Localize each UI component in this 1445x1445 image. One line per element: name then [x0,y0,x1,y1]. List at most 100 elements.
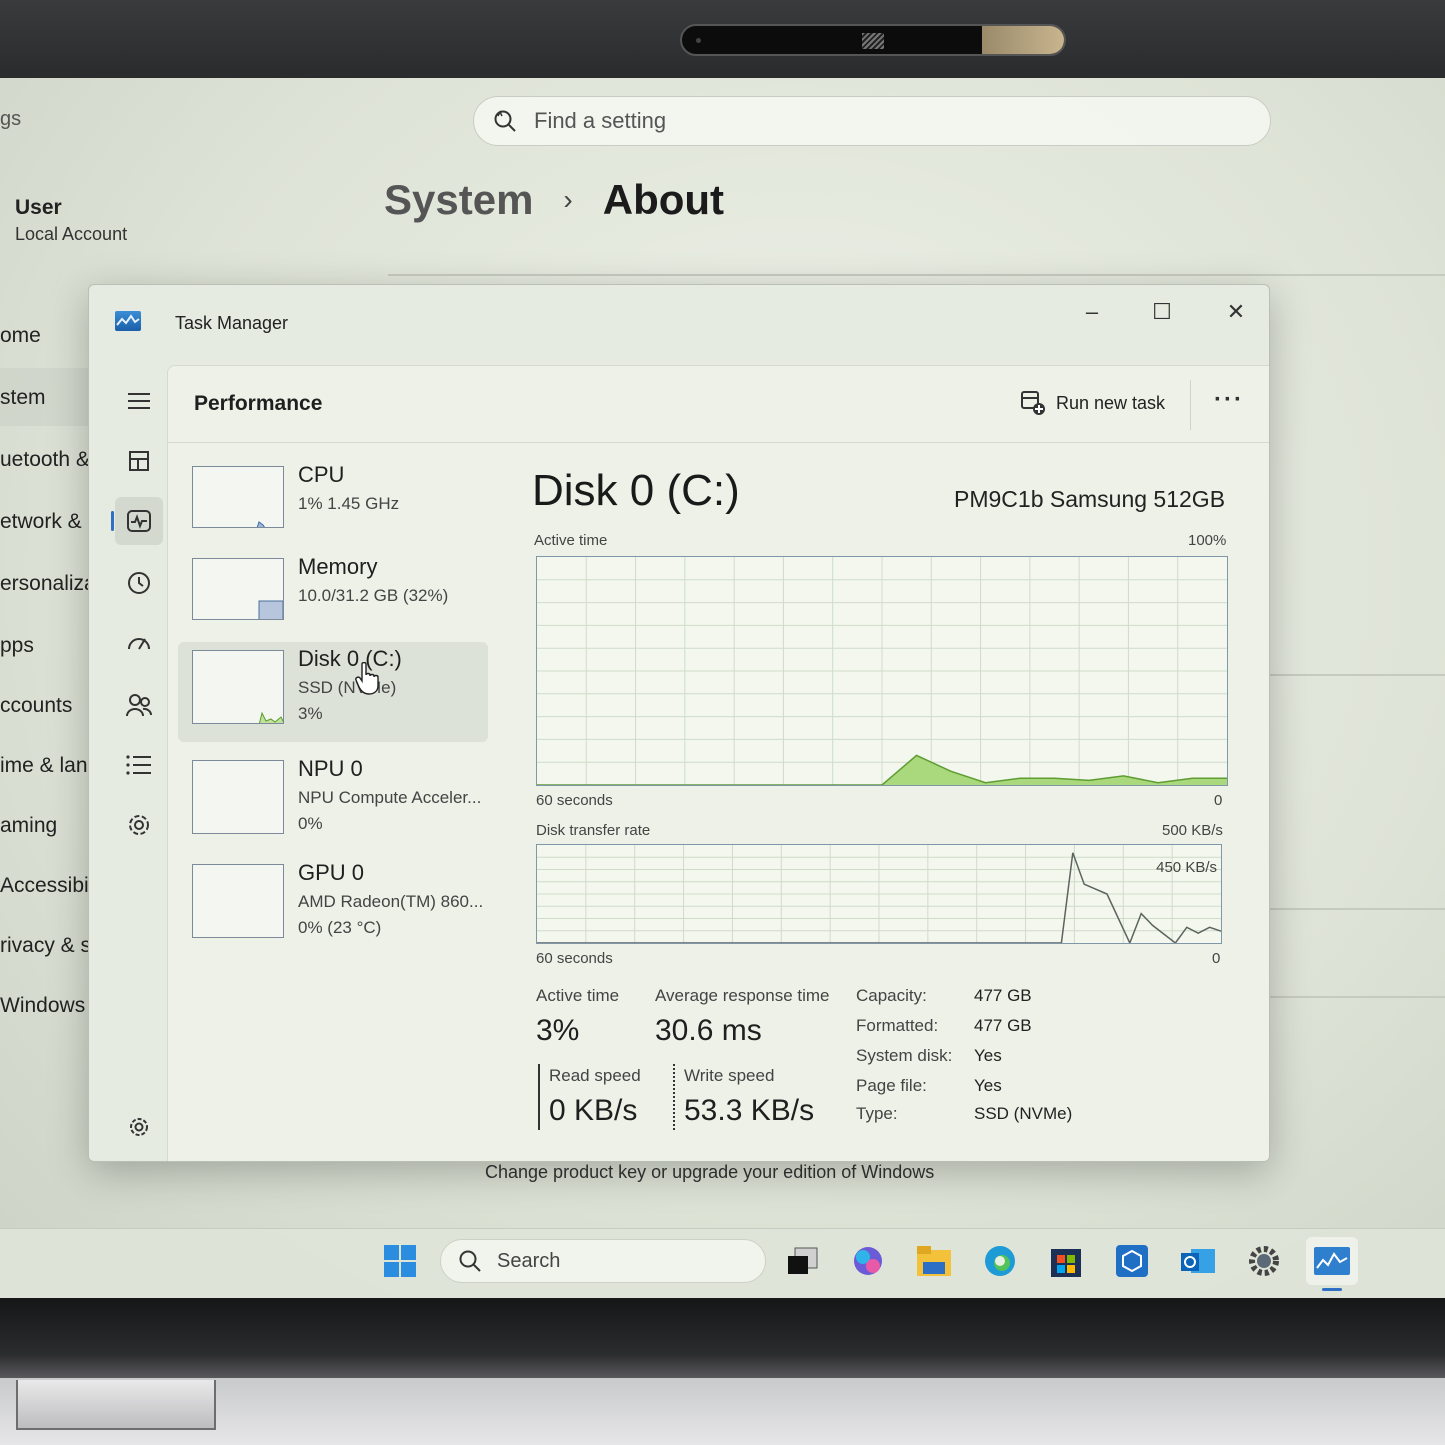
active-time-label: Active time [536,986,620,1005]
write-speed-label: Write speed [684,1066,775,1085]
device-usage: 3% [298,704,323,723]
performance-icon[interactable] [111,497,163,545]
startup-apps-icon[interactable] [115,619,163,667]
settings-app-title: gs [0,108,22,130]
device-item-gpu0[interactable]: GPU 0 AMD Radeon(TM) 860... 0% (23 °C) [178,856,488,956]
nav-item-accessibility[interactable]: Accessibility [0,874,100,898]
file-explorer-icon[interactable] [914,1241,954,1281]
laptop-bottom-bezel [0,1298,1445,1378]
device-item-disk0[interactable]: Disk 0 (C:) SSD (NVMe) 3% [178,642,488,742]
nav-item-accounts[interactable]: ccounts [0,694,100,718]
graph1-x-label: 60 seconds [536,792,613,809]
read-speed-value: 0 KB/s [549,1094,638,1127]
device-name: Disk 0 (C:) [298,646,402,671]
hamburger-menu-icon[interactable] [115,377,163,425]
graph2-max-label: 500 KB/s [1162,822,1223,839]
hand-cursor-icon [355,662,379,695]
info-value: 477 GB [974,986,1032,1005]
info-key: Type: [856,1104,898,1123]
device-item-memory[interactable]: Memory 10.0/31.2 GB (32%) [178,550,488,650]
settings-gear-icon[interactable] [1244,1241,1284,1281]
disk-title: Disk 0 (C:) [532,466,740,515]
header-separator [1190,380,1191,430]
device-name: CPU [298,462,345,487]
settings-search-input[interactable]: Find a setting [473,96,1271,146]
device-detail: NPU Compute Acceler... [298,788,482,807]
info-key: Page file: [856,1076,927,1095]
search-icon [494,110,516,132]
maximize-button[interactable]: ☐ [1141,295,1183,329]
nav-item-home[interactable]: ome [0,324,100,348]
nav-item-bluetooth[interactable]: uetooth & [0,448,100,472]
processes-icon[interactable] [115,437,163,485]
window-title: Task Manager [175,313,289,333]
task-manager-window: Task Manager – ☐ ✕ Performance Run new t… [88,284,1270,1162]
minimize-button[interactable]: – [1071,295,1113,329]
user-name: User [15,196,62,219]
memory-mini-graph [192,558,284,620]
graph2-label: Disk transfer rate [536,822,651,839]
graph2-x-end-label: 0 [1212,950,1221,967]
search-icon [459,1250,481,1272]
nav-item-windows-update[interactable]: Windows Up [0,994,100,1018]
product-key-link[interactable]: Change product key or upgrade your editi… [485,1162,934,1183]
task-view-icon[interactable] [782,1241,822,1281]
run-new-task-label: Run new task [1056,392,1166,413]
info-value: 477 GB [974,1016,1032,1035]
avg-response-label: Average response time [655,986,830,1005]
performance-panel: Performance Run new task ··· CPU 1% 1.45… [167,365,1269,1161]
edge-icon[interactable] [980,1241,1020,1281]
laptop-base [0,1378,1445,1445]
device-usage: 0% [298,814,323,833]
task-manager-taskbar-icon[interactable] [1306,1237,1358,1291]
device-item-cpu[interactable]: CPU 1% 1.45 GHz [178,458,488,558]
outlook-icon[interactable] [1178,1241,1218,1281]
details-list-icon[interactable] [115,741,163,789]
device-detail: AMD Radeon(TM) 860... [298,892,484,911]
more-options-button[interactable]: ··· [1214,386,1244,414]
info-value: Yes [974,1046,1002,1065]
divider [1250,674,1445,676]
cpu-mini-graph [192,466,284,528]
device-item-npu0[interactable]: NPU 0 NPU Compute Acceler... 0% [178,752,488,852]
header-divider [168,442,1269,443]
laptop-hinge [16,1380,216,1430]
graph2-inner-label: 450 KB/s [1156,859,1217,876]
transfer-rate-graph: 450 KB/s [536,844,1222,945]
nav-item-time-language[interactable]: ime & lang [0,754,100,778]
store-icon[interactable] [1046,1241,1086,1281]
services-icon[interactable] [115,801,163,849]
graph2-x-label: 60 seconds [536,950,613,967]
device-name: Memory [298,554,378,579]
info-key: Formatted: [856,1016,939,1035]
start-button[interactable] [380,1241,420,1281]
device-usage: 0% (23 °C) [298,918,382,937]
app-history-icon[interactable] [115,559,163,607]
divider [1250,908,1445,910]
divider [388,274,1445,276]
nav-item-system[interactable]: stem [0,386,100,410]
users-icon[interactable] [115,681,163,729]
taskbar-search[interactable]: Search [440,1239,766,1283]
nav-item-gaming[interactable]: aming [0,814,100,838]
task-manager-logo-icon [115,311,141,331]
nav-item-apps[interactable]: pps [0,634,100,658]
copilot-icon[interactable] [848,1241,888,1281]
device-name: GPU 0 [298,860,365,885]
settings-icon[interactable] [115,1103,163,1151]
breadcrumb-system[interactable]: System [384,176,533,224]
taskbar: Search [0,1228,1445,1298]
info-value: SSD (NVMe) [974,1104,1073,1123]
gpu-mini-graph [192,864,284,938]
disk-model: PM9C1b Samsung 512GB [954,486,1226,512]
taskbar-search-label: Search [497,1249,561,1272]
nav-item-personalization[interactable]: ersonalizat [0,572,100,596]
run-new-task-button[interactable]: Run new task [1020,390,1165,416]
app-package-icon[interactable] [1112,1241,1152,1281]
nav-item-network[interactable]: etwork & i [0,510,100,534]
nav-item-privacy[interactable]: rivacy & se [0,934,100,958]
close-button[interactable]: ✕ [1215,295,1257,329]
breadcrumb: System › About [384,176,724,224]
info-value: Yes [974,1076,1002,1095]
write-speed-value: 53.3 KB/s [684,1094,815,1127]
